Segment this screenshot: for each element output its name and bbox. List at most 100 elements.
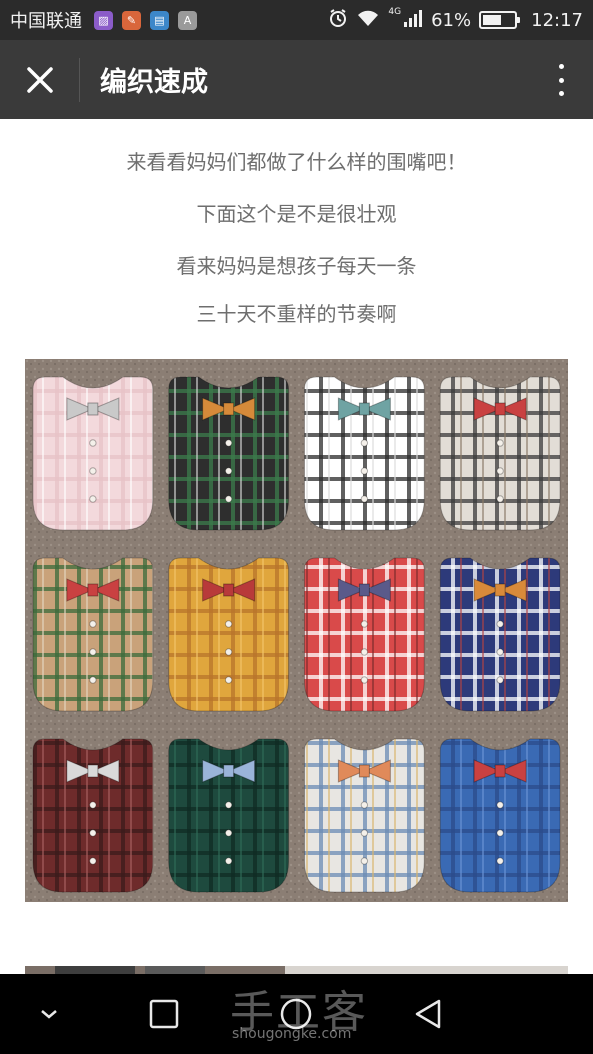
bib-button-shape	[360, 495, 369, 503]
home-button[interactable]	[266, 984, 326, 1044]
bib-shape	[32, 376, 154, 531]
more-dot-icon	[558, 91, 564, 96]
article-line: 看来妈妈是想孩子每天一条	[176, 254, 417, 278]
bow-knot-shape	[223, 583, 235, 597]
battery-level	[483, 15, 502, 25]
bib-button-shape	[360, 620, 369, 628]
bib-shape	[304, 376, 425, 531]
recent-apps-button[interactable]	[134, 984, 194, 1044]
bib-button-shape	[360, 801, 369, 809]
bib-shape	[439, 376, 561, 531]
bib-button-shape	[89, 676, 97, 684]
bib-button-shape	[89, 857, 97, 865]
bib-button-shape	[360, 648, 369, 656]
page-title: 编织速成	[100, 67, 208, 98]
square-icon	[149, 999, 179, 1029]
font-app-icon: A	[178, 10, 197, 30]
bib-button-shape	[496, 676, 504, 684]
gallery-app-icon: ▨	[94, 10, 113, 30]
article-content[interactable]: 来看看妈妈们都做了什么样的围嘴吧！ 下面这个是不是很壮观 看来妈妈是想孩子每天一…	[0, 119, 593, 974]
bow-knot-shape	[358, 402, 370, 416]
close-button[interactable]	[0, 40, 79, 119]
bib-button-shape	[89, 648, 97, 656]
bib-shape	[439, 557, 561, 712]
close-icon	[26, 66, 53, 93]
bib-shape	[304, 738, 425, 893]
bib-button-shape	[496, 857, 504, 865]
wifi-icon	[356, 8, 380, 33]
bib-button-shape	[360, 829, 369, 837]
status-bar: 中国联通 ▨ ✎ ▤ A 4G 61% 12:17	[0, 0, 593, 40]
article-line: 下面这个是不是很壮观	[196, 202, 397, 226]
bib-button-shape	[224, 648, 233, 656]
alarm-icon	[328, 8, 348, 33]
bib-button-shape	[496, 801, 504, 809]
more-dot-icon	[558, 64, 564, 69]
battery-percent: 61%	[431, 9, 472, 31]
bib-button-shape	[496, 620, 504, 628]
bow-knot-shape	[358, 583, 370, 597]
chevron-down-icon	[41, 1010, 57, 1019]
circle-icon	[280, 998, 312, 1030]
bow-knot-shape	[87, 402, 99, 416]
bib-button-shape	[360, 676, 369, 684]
bib-button-shape	[224, 439, 233, 447]
bib-button-shape	[224, 857, 233, 865]
status-right: 4G 61% 12:17	[328, 0, 583, 40]
bib-shape	[168, 376, 289, 531]
bib-shape	[32, 557, 154, 712]
bibs-illustration	[25, 359, 568, 902]
bib-button-shape	[89, 467, 97, 475]
bib-button-shape	[496, 648, 504, 656]
bib-button-shape	[496, 495, 504, 503]
bib-button-shape	[224, 676, 233, 684]
bow-knot-shape	[87, 583, 99, 597]
notes-app-icon: ▤	[150, 10, 169, 30]
back-triangle-icon	[415, 999, 441, 1029]
title-bar: 编织速成	[0, 40, 593, 119]
tools-app-icon: ✎	[122, 10, 141, 30]
bib-button-shape	[224, 829, 233, 837]
bib-button-shape	[224, 467, 233, 475]
bib-button-shape	[224, 495, 233, 503]
bib-button-shape	[360, 439, 369, 447]
bibs-photo[interactable]	[25, 359, 568, 902]
bow-knot-shape	[494, 402, 506, 416]
bib-button-shape	[89, 801, 97, 809]
bib-button-shape	[496, 439, 504, 447]
bow-knot-shape	[494, 583, 506, 597]
hide-nav-button[interactable]	[19, 984, 79, 1044]
bib-button-shape	[360, 857, 369, 865]
system-nav-bar: 手工客 shougongke.com	[0, 974, 593, 1054]
bow-knot-shape	[223, 764, 235, 778]
battery-icon	[479, 11, 521, 29]
article-line: 来看看妈妈们都做了什么样的围嘴吧！	[126, 150, 467, 174]
bow-knot-shape	[223, 402, 235, 416]
signal-icon	[403, 8, 423, 33]
more-menu-button[interactable]	[549, 60, 573, 100]
bib-shape	[168, 738, 289, 893]
bib-button-shape	[224, 801, 233, 809]
bib-button-shape	[496, 467, 504, 475]
bib-button-shape	[89, 495, 97, 503]
bow-knot-shape	[358, 764, 370, 778]
bib-button-shape	[89, 620, 97, 628]
clock: 12:17	[531, 9, 583, 31]
bib-button-shape	[360, 467, 369, 475]
notification-icons: ▨ ✎ ▤ A	[94, 10, 197, 30]
article-line: 三十天不重样的节奏啊	[196, 302, 397, 326]
carrier-name: 中国联通	[10, 11, 82, 32]
bib-shape	[168, 557, 289, 712]
bib-button-shape	[89, 829, 97, 837]
bow-knot-shape	[494, 764, 506, 778]
next-photo-preview	[25, 966, 568, 974]
back-button[interactable]	[398, 984, 458, 1044]
bib-button-shape	[89, 439, 97, 447]
more-dot-icon	[558, 77, 564, 83]
bib-shape	[439, 738, 561, 893]
bow-knot-shape	[87, 764, 99, 778]
title-divider	[79, 57, 80, 102]
bib-button-shape	[496, 829, 504, 837]
bib-shape	[304, 557, 425, 712]
bib-shape	[32, 738, 154, 893]
